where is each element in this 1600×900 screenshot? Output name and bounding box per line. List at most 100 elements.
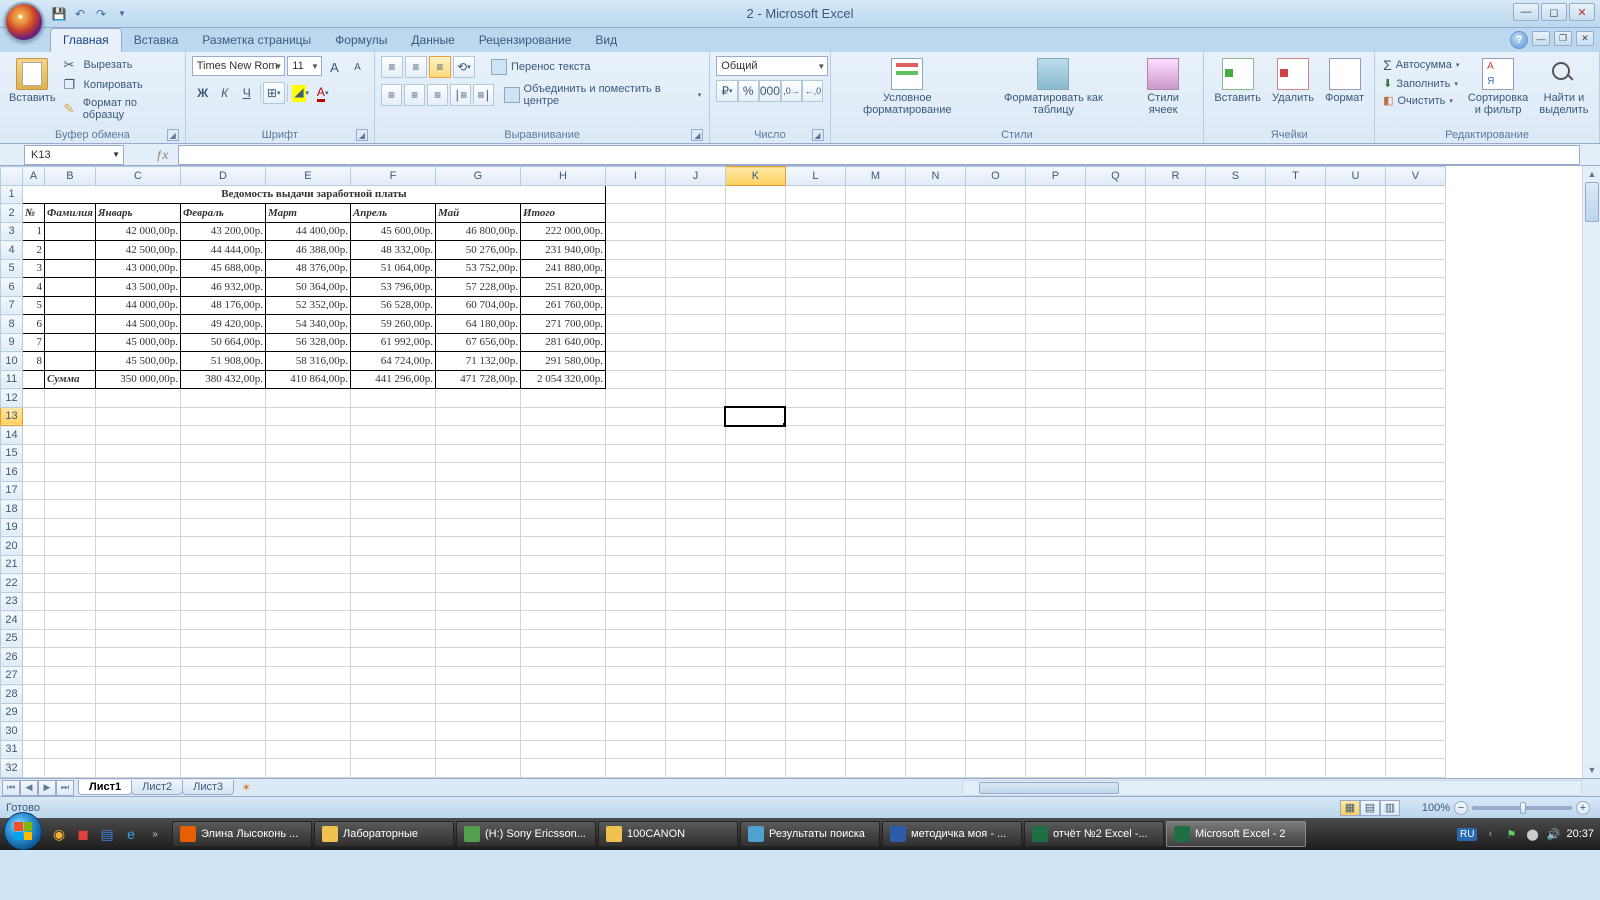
cell[interactable] [1265,463,1325,482]
cell[interactable] [520,444,605,463]
cell[interactable] [1385,500,1445,519]
cell[interactable] [23,426,45,445]
cell[interactable] [1265,278,1325,297]
ql-item[interactable]: ◉ [48,822,70,846]
cell[interactable] [1025,204,1085,223]
cell[interactable] [1025,444,1085,463]
cell[interactable] [785,648,845,667]
column-header[interactable]: V [1385,167,1445,186]
cell[interactable] [180,463,265,482]
tab-home[interactable]: Главная [50,28,122,52]
cell[interactable] [605,500,665,519]
cell[interactable] [350,574,435,593]
cell[interactable] [435,759,520,778]
cell[interactable] [1325,518,1385,537]
cell[interactable] [665,574,725,593]
cell[interactable] [1145,685,1205,704]
cell[interactable] [520,611,605,630]
cell[interactable] [1145,574,1205,593]
cell[interactable] [1205,537,1265,556]
cell[interactable] [845,500,905,519]
cell[interactable] [95,463,180,482]
tray-chevron-icon[interactable]: ‹ [1482,826,1498,842]
cell[interactable] [965,537,1025,556]
cell[interactable] [1205,389,1265,408]
column-label[interactable]: Фамилия [45,204,96,223]
row-header[interactable]: 8 [1,315,23,334]
cell[interactable] [725,463,785,482]
cell[interactable] [23,389,45,408]
number-format-combo[interactable]: Общий▼ [716,56,828,76]
cell[interactable] [1025,241,1085,260]
cell[interactable] [965,500,1025,519]
cell[interactable] [180,389,265,408]
cell[interactable] [520,703,605,722]
column-header[interactable]: O [965,167,1025,186]
cell[interactable] [605,666,665,685]
select-all-button[interactable] [1,167,23,186]
row-header[interactable]: 15 [1,444,23,463]
cell[interactable] [1025,407,1085,426]
cell[interactable] [845,574,905,593]
taskbar-item[interactable]: отчёт №2 Excel -... [1024,821,1164,847]
cell[interactable] [350,740,435,759]
cell[interactable]: 350 000,00р. [95,370,180,389]
cell[interactable] [605,241,665,260]
cell[interactable]: 59 260,00р. [350,315,435,334]
cell[interactable] [1085,722,1145,741]
cell[interactable] [965,574,1025,593]
cell[interactable] [965,592,1025,611]
cell[interactable] [1205,315,1265,334]
cell[interactable] [1205,333,1265,352]
cell[interactable] [1025,185,1085,204]
cell[interactable] [665,537,725,556]
bold-button[interactable]: Ж [192,82,214,104]
next-sheet-button[interactable]: ▶ [38,780,56,796]
cell[interactable] [23,759,45,778]
cell[interactable] [785,204,845,223]
cell[interactable] [965,685,1025,704]
cell[interactable] [520,574,605,593]
cell[interactable] [45,611,96,630]
cell[interactable] [180,537,265,556]
cell[interactable] [1325,333,1385,352]
column-header[interactable]: S [1205,167,1265,186]
cell[interactable] [180,611,265,630]
taskbar-item[interactable]: методичка моя - ... [882,821,1022,847]
percent-button[interactable]: % [738,80,759,102]
cell[interactable] [180,759,265,778]
cell[interactable] [1025,740,1085,759]
cell[interactable] [435,648,520,667]
cell[interactable] [605,518,665,537]
cell[interactable] [785,296,845,315]
cell[interactable] [265,555,350,574]
cell[interactable] [350,685,435,704]
cell[interactable] [23,648,45,667]
cell[interactable] [265,389,350,408]
cell[interactable] [965,389,1025,408]
cell[interactable] [1385,481,1445,500]
cell[interactable] [1205,241,1265,260]
cell[interactable] [1325,315,1385,334]
alignment-launcher[interactable]: ◢ [691,129,703,141]
ql-chevron-icon[interactable]: » [144,822,166,846]
cell[interactable] [265,500,350,519]
cell[interactable] [1205,574,1265,593]
comma-button[interactable]: 000 [759,80,781,102]
cell[interactable] [265,629,350,648]
cell[interactable] [965,222,1025,241]
column-header[interactable]: I [605,167,665,186]
cell[interactable] [1265,648,1325,667]
cell[interactable] [1325,648,1385,667]
cell[interactable] [1325,352,1385,371]
cell[interactable] [23,574,45,593]
tab-insert[interactable]: Вставка [122,29,191,52]
cell[interactable]: 7 [23,333,45,352]
row-header[interactable]: 22 [1,574,23,593]
cell[interactable] [605,703,665,722]
row-header[interactable]: 19 [1,518,23,537]
cell[interactable] [845,333,905,352]
cell[interactable]: 271 700,00р. [520,315,605,334]
cell[interactable] [1145,407,1205,426]
cell[interactable] [1085,259,1145,278]
